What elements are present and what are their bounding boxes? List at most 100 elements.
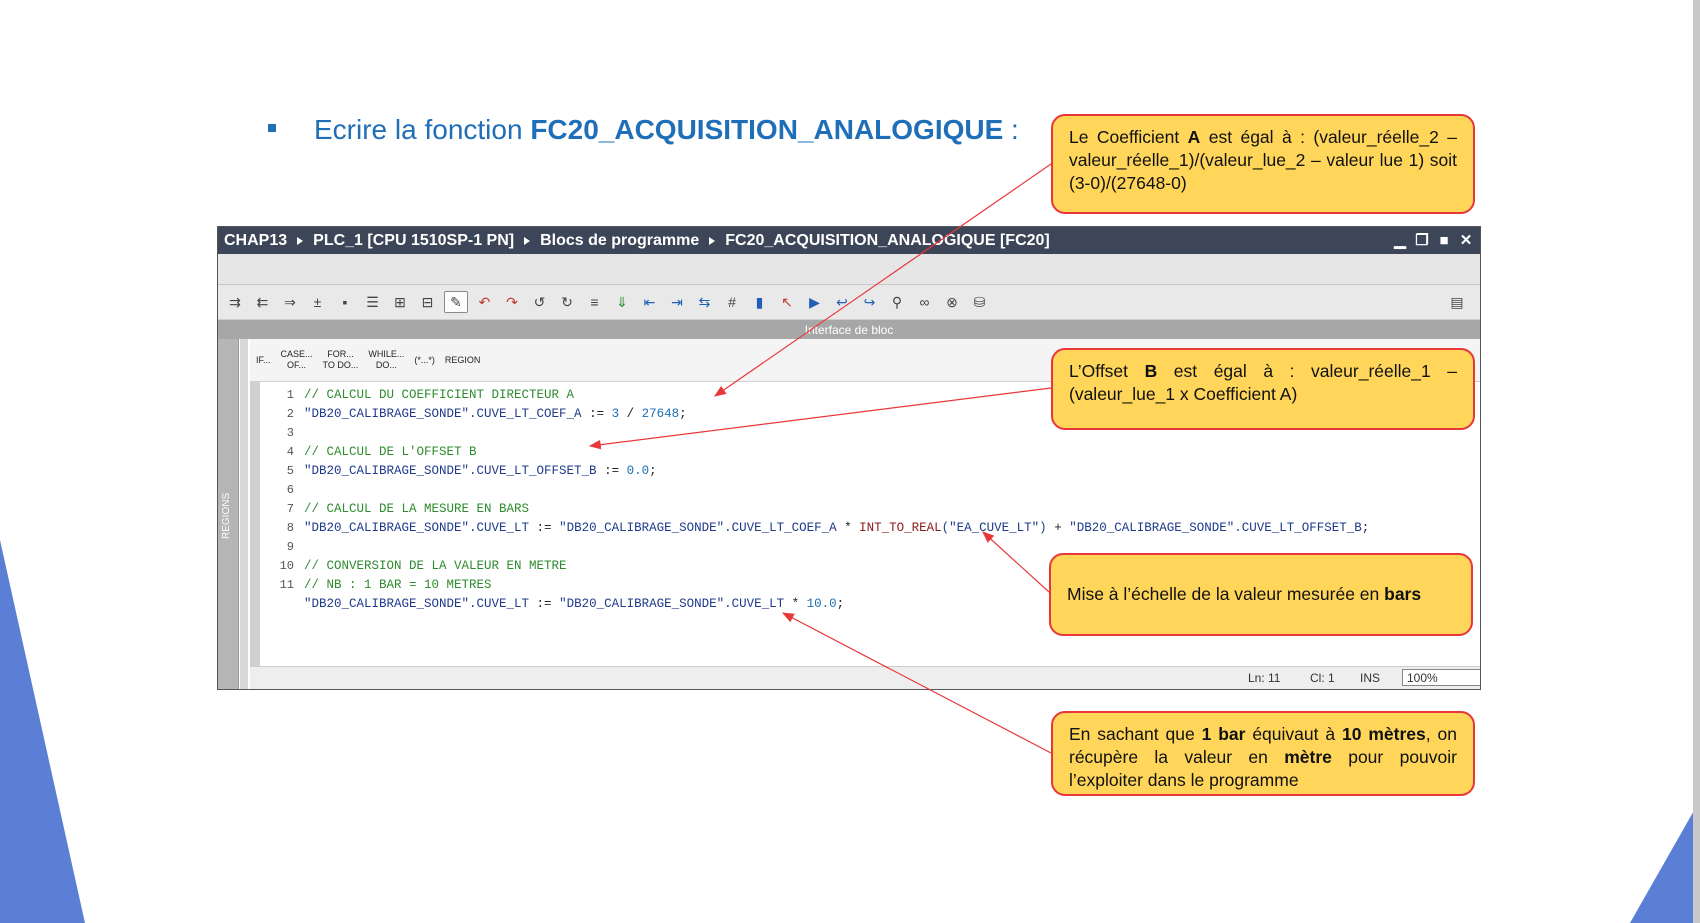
code-member: .CUVE_LT_OFFSET_B	[469, 463, 597, 478]
slide-title: Ecrire la fonction FC20_ACQUISITION_ANAL…	[268, 114, 1019, 146]
code-member: .CUVE_LT	[469, 520, 530, 535]
breakpoint-icon[interactable]: ↶	[474, 292, 496, 312]
regions-panel[interactable]: REGIONS	[218, 339, 239, 689]
minimize-icon[interactable]: ▁	[1392, 232, 1408, 249]
code-operator: :=	[529, 596, 560, 611]
indent-left-icon[interactable]: ⇤	[639, 292, 661, 312]
status-column: Cl: 1	[1310, 671, 1335, 685]
breadcrumb-separator-icon	[524, 236, 531, 245]
code-db-ref: "DB20_CALIBRAGE_SONDE"	[559, 520, 725, 535]
code-line[interactable]: 8 "DB20_CALIBRAGE_SONDE" .CUVE_LT := "DB20…	[260, 518, 1480, 537]
snippet-comment[interactable]: (*...*)	[414, 355, 435, 366]
snippet-while[interactable]: WHILE... DO...	[368, 349, 404, 371]
code-db-ref: "DB20_CALIBRAGE_SONDE"	[304, 596, 470, 611]
code-db-ref: "DB20_CALIBRAGE_SONDE"	[559, 596, 725, 611]
code-operator: :=	[581, 406, 612, 421]
jump-icon[interactable]: ⇒	[279, 292, 301, 312]
title-suffix: :	[1003, 114, 1019, 145]
line-number: 11	[279, 577, 294, 592]
callout-scaling: Mise à l’échelle de la valeur mesurée en…	[1049, 553, 1473, 636]
monitor-icon[interactable]: ▪	[334, 292, 356, 312]
list-icon[interactable]: ☰	[362, 292, 384, 312]
snippet-for[interactable]: FOR... TO DO...	[323, 349, 359, 371]
breadcrumb-block[interactable]: FC20_ACQUISITION_ANALOGIQUE [FC20]	[725, 232, 1049, 250]
code-line[interactable]: 6	[260, 480, 1480, 499]
step-icon[interactable]: ↺	[529, 292, 551, 312]
compare-icon[interactable]: ⊞	[389, 292, 411, 312]
code-member: .CUVE_LT_COEF_A	[724, 520, 837, 535]
breadcrumb-project[interactable]: CHAP13	[224, 232, 287, 250]
bullet-icon	[268, 123, 276, 132]
go-to-icon[interactable]: ↩	[831, 292, 853, 312]
code-operator: /	[619, 406, 642, 421]
code-member: .CUVE_LT_OFFSET_B	[1234, 520, 1362, 535]
code-db-ref: "DB20_CALIBRAGE_SONDE"	[1069, 520, 1235, 535]
code-db-ref: "DB20_CALIBRAGE_SONDE"	[304, 463, 470, 478]
code-comment: // CALCUL DE L'OFFSET B	[304, 444, 477, 459]
restore-icon[interactable]: ❐	[1414, 232, 1430, 249]
slide-corner-left	[0, 540, 85, 923]
code-line[interactable]: 4 // CALCUL DE L'OFFSET B	[260, 442, 1480, 461]
code-comment: // CONVERSION DE LA VALEUR EN METRE	[304, 558, 567, 573]
code-member: .CUVE_LT	[724, 596, 785, 611]
delete-network-icon[interactable]: ⇇	[252, 292, 274, 312]
regions-label: REGIONS	[221, 492, 232, 539]
code-terminator: ;	[649, 463, 657, 478]
panel-toggle-icon[interactable]: ▤	[1446, 292, 1468, 312]
title-function-name: FC20_ACQUISITION_ANALOGIQUE	[530, 114, 1004, 145]
code-comment: // CALCUL DU COEFFICIENT DIRECTEUR A	[304, 387, 575, 402]
glasses-off-icon[interactable]: ⊗	[941, 292, 963, 312]
bookmark-next-icon[interactable]: ▶	[804, 292, 826, 312]
go-back-icon[interactable]: ↪	[859, 292, 881, 312]
expand-icon[interactable]: ⇓	[611, 292, 633, 312]
code-line[interactable]: 5 "DB20_CALIBRAGE_SONDE" .CUVE_LT_OFFSET_B…	[260, 461, 1480, 480]
callout-meter: En sachant que 1 bar équivaut à 10 mètre…	[1051, 711, 1475, 796]
code-operator: :=	[596, 463, 627, 478]
block-comment-icon[interactable]: ⇆	[694, 292, 716, 312]
breadcrumb-program-blocks[interactable]: Blocs de programme	[540, 232, 699, 250]
window-band	[218, 254, 1480, 285]
code-operator: +	[1046, 520, 1070, 535]
highlight-icon[interactable]: ✎	[444, 291, 468, 313]
insert-network-icon[interactable]: ⇉	[224, 292, 246, 312]
breakpoint-off-icon[interactable]: ↷	[501, 292, 523, 312]
code-argument: ("EA_CUVE_LT")	[941, 520, 1047, 535]
snippet-case[interactable]: CASE... OF...	[281, 349, 313, 371]
line-number: 3	[286, 425, 294, 440]
tag-icon[interactable]: ⚲	[886, 292, 908, 312]
line-number: 8	[286, 520, 294, 535]
code-terminator: ;	[836, 596, 845, 611]
callout-offset: L’Offset B est égal à : valeur_réelle_1 …	[1051, 348, 1475, 430]
maximize-icon[interactable]: ■	[1436, 232, 1452, 249]
line-number: 7	[286, 501, 294, 516]
editor-status-bar: Ln: 11 Cl: 1 INS 100% ▼	[250, 666, 1480, 689]
regions-scrollbar[interactable]	[240, 339, 248, 689]
bookmark-prev-icon[interactable]: ↖	[776, 292, 798, 312]
close-icon[interactable]: ✕	[1458, 232, 1474, 249]
line-number: 1	[286, 387, 294, 402]
step-over-icon[interactable]: ↻	[556, 292, 578, 312]
reference-icon[interactable]: ⊟	[417, 292, 439, 312]
code-operator: *	[784, 596, 807, 611]
line-number: 9	[286, 539, 294, 554]
code-db-ref: "DB20_CALIBRAGE_SONDE"	[304, 406, 470, 421]
code-number: 27648	[641, 406, 680, 421]
download-icon[interactable]: ±	[307, 292, 329, 312]
bookmark-icon[interactable]: ▮	[749, 292, 771, 312]
indent-right-icon[interactable]: ⇥	[666, 292, 688, 312]
snippet-region[interactable]: REGION	[445, 355, 481, 366]
grid-icon[interactable]: #	[721, 292, 743, 312]
code-function: INT_TO_REAL	[859, 520, 942, 535]
block-interface-bar[interactable]: Interface de bloc	[218, 320, 1480, 340]
line-number: 6	[286, 482, 294, 497]
zoom-select[interactable]: 100%	[1402, 669, 1480, 686]
comment-icon[interactable]: ≡	[584, 292, 606, 312]
db-icon[interactable]: ⛁	[969, 292, 991, 312]
breadcrumb-plc[interactable]: PLC_1 [CPU 1510SP-1 PN]	[313, 232, 514, 250]
breadcrumb-separator-icon	[297, 236, 304, 245]
glasses-icon[interactable]: ∞	[914, 292, 936, 312]
code-line[interactable]: 7 // CALCUL DE LA MESURE EN BARS	[260, 499, 1480, 518]
title-prefix: Ecrire la fonction	[314, 114, 531, 145]
code-comment: // NB : 1 BAR = 10 METRES	[304, 577, 492, 592]
snippet-if[interactable]: IF...	[256, 355, 271, 366]
